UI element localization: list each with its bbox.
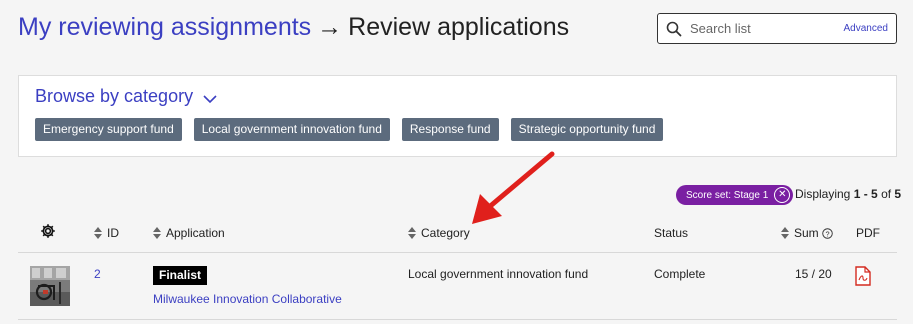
displaying-prefix: Displaying	[795, 187, 851, 201]
column-category[interactable]: Category	[408, 226, 470, 240]
pdf-file-icon[interactable]	[855, 266, 871, 289]
column-id-label: ID	[107, 226, 119, 240]
column-status: Status	[654, 226, 688, 240]
breadcrumb-my-reviewing-assignments[interactable]: My reviewing assignments	[18, 13, 311, 42]
column-sum-label: Sum	[794, 226, 819, 240]
displaying-total: 5	[894, 187, 902, 201]
application-sum: 15 / 20	[795, 267, 832, 281]
category-pill-strategic-opportunity-fund[interactable]: Strategic opportunity fund	[510, 118, 664, 141]
column-id[interactable]: ID	[94, 226, 119, 240]
search-icon	[666, 21, 682, 36]
page-header: My reviewing assignments → Review applic…	[18, 10, 569, 44]
breadcrumb-separator: →	[317, 12, 343, 41]
gear-icon	[41, 224, 55, 238]
chevron-down-icon	[203, 94, 217, 103]
score-set-filter-chip: Score set: Stage 1 ✕	[676, 185, 794, 205]
search-box: Advanced	[657, 13, 897, 44]
browse-by-category-panel: Browse by category Emergency support fun…	[18, 75, 897, 157]
svg-text:?: ?	[825, 229, 829, 238]
column-category-label: Category	[421, 226, 470, 240]
sort-icon	[408, 227, 416, 239]
browse-by-category-toggle[interactable]: Browse by category	[35, 86, 217, 107]
result-count: Displaying 1 - 5 of 5	[795, 187, 901, 201]
remove-filter-icon[interactable]: ✕	[774, 187, 791, 203]
application-name-link[interactable]: Milwaukee Innovation Collaborative	[153, 292, 342, 306]
category-pills: Emergency support fund Local government …	[35, 118, 664, 141]
column-sum[interactable]: Sum ?	[781, 226, 833, 240]
column-settings-button[interactable]	[40, 223, 56, 239]
score-set-filter-label: Score set: Stage 1	[686, 189, 769, 201]
application-status: Complete	[654, 267, 706, 281]
column-pdf-label: PDF	[856, 226, 880, 240]
column-pdf: PDF	[856, 226, 880, 240]
sort-icon	[153, 227, 161, 239]
browse-title: Browse by category	[35, 86, 194, 106]
help-icon[interactable]: ?	[821, 227, 833, 239]
displaying-range: 1 - 5	[853, 187, 878, 201]
table-header: ID Application Category Status Sum ? PDF	[18, 215, 897, 253]
application-category: Local government innovation fund	[408, 267, 589, 281]
category-pill-local-government-innovation-fund[interactable]: Local government innovation fund	[193, 118, 390, 141]
page-title: Review applications	[348, 12, 570, 41]
application-thumbnail	[30, 266, 70, 306]
sort-icon	[94, 227, 102, 239]
category-pill-emergency-support-fund[interactable]: Emergency support fund	[35, 118, 182, 141]
column-application[interactable]: Application	[153, 226, 225, 240]
column-status-label: Status	[654, 226, 689, 240]
displaying-of: of	[881, 187, 892, 201]
advanced-search-link[interactable]: Advanced	[844, 23, 888, 34]
category-pill-response-fund[interactable]: Response fund	[401, 118, 499, 141]
sort-icon	[781, 227, 789, 239]
application-id-link[interactable]: 2	[94, 267, 101, 281]
column-application-label: Application	[166, 226, 225, 240]
finalist-badge: Finalist	[153, 266, 208, 285]
table-row[interactable]: 2 Finalist Milwaukee Innovation Collabor…	[18, 254, 897, 320]
search-input[interactable]	[690, 21, 830, 36]
